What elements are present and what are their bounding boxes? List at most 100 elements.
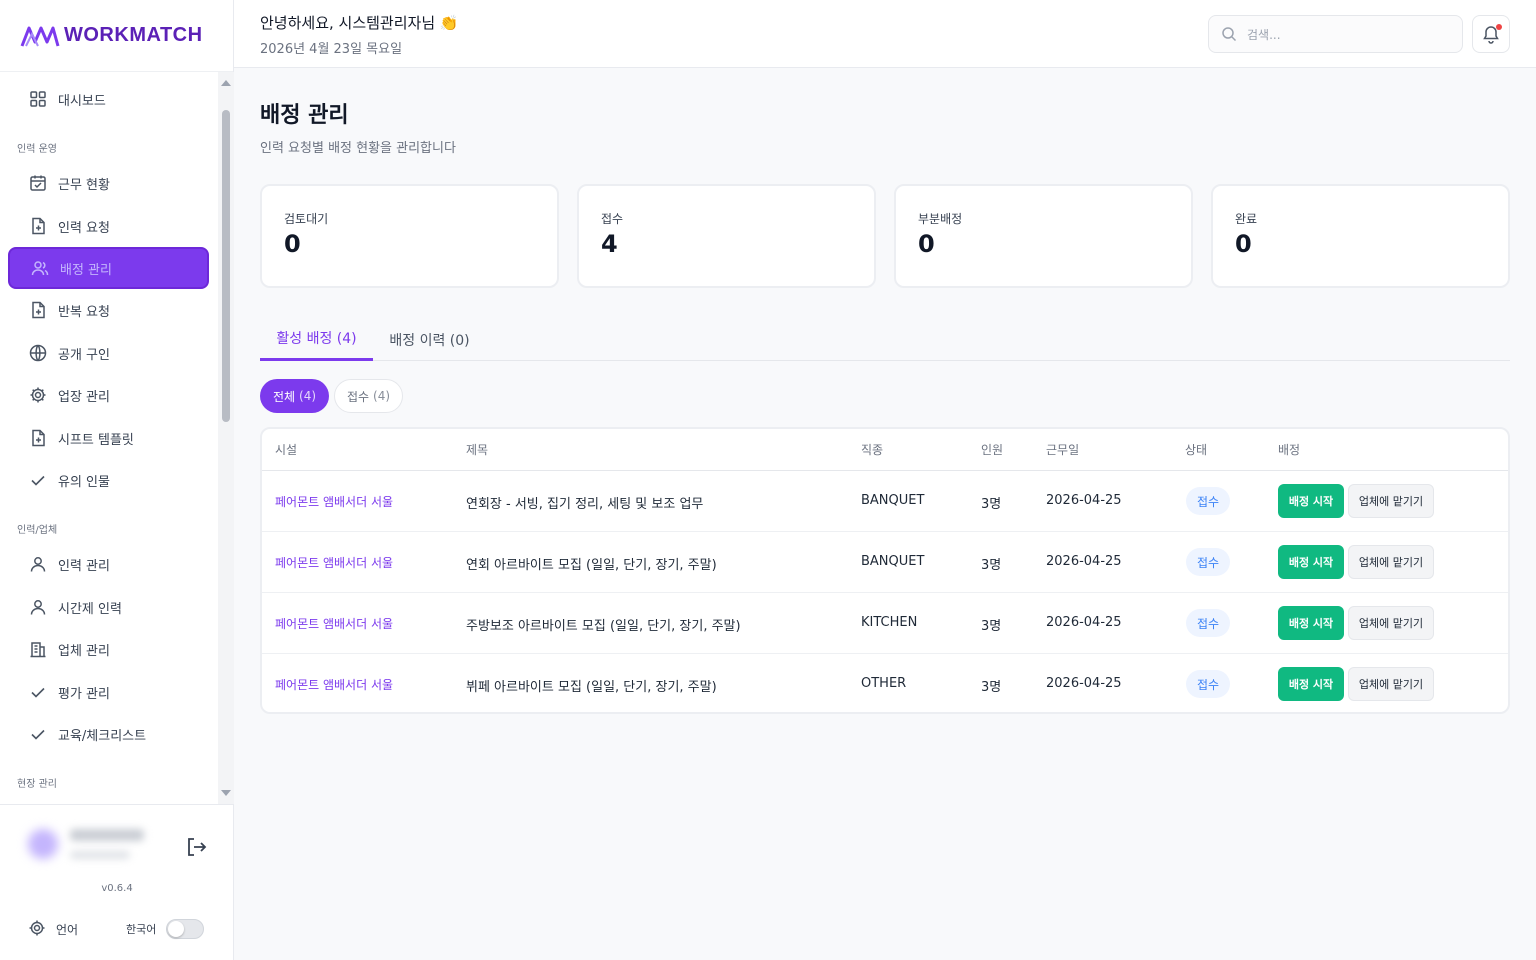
column-header-status: 상태 xyxy=(1185,443,1208,457)
brand-name: WORKMATCH xyxy=(64,24,203,46)
facility-link[interactable]: 페어몬트 앰배서더 서울 xyxy=(275,493,393,510)
scroll-down-arrow-icon[interactable] xyxy=(221,790,231,796)
sidebar-item-assignment[interactable]: 배정 관리 xyxy=(8,247,209,289)
stat-value: 0 xyxy=(918,230,935,258)
sidebar-item-parttime-staff[interactable]: 시간제 인력 xyxy=(8,586,209,628)
status-badge: 접수 xyxy=(1186,548,1230,576)
sidebar-item-public-recruit[interactable]: 공개 구인 xyxy=(8,332,209,374)
toggle-knob xyxy=(168,921,184,937)
chip-count: (4) xyxy=(299,389,317,403)
language-toggle[interactable] xyxy=(166,919,204,939)
tab-assignment-history[interactable]: 배정 이력 (0) xyxy=(378,318,481,361)
sidebar-item-staff-management[interactable]: 인력 관리 xyxy=(8,543,209,585)
delegate-to-vendor-button[interactable]: 업체에 맡기기 xyxy=(1348,545,1434,579)
column-header-assign: 배정 xyxy=(1278,443,1301,457)
delegate-to-vendor-button[interactable]: 업체에 맡기기 xyxy=(1348,667,1434,701)
stat-label: 검토대기 xyxy=(284,212,329,226)
page-subtitle: 인력 요청별 배정 현황을 관리합니다 xyxy=(260,141,456,156)
request-title: 뷔페 아르바이트 모집 (일일, 단기, 장기, 주말) xyxy=(466,680,717,695)
column-header-workdate: 근무일 xyxy=(1046,443,1080,457)
filter-chip-received[interactable]: 접수 (4) xyxy=(334,379,403,413)
sidebar-item-label: 업장 관리 xyxy=(58,389,110,405)
sidebar-item-watchlist[interactable]: 유의 인물 xyxy=(8,459,209,501)
building-icon xyxy=(28,639,48,659)
request-title: 연회장 - 서빙, 집기 정리, 세팅 및 보조 업무 xyxy=(466,497,704,512)
sidebar-section-title: 인력 운영 xyxy=(17,144,57,155)
search-input[interactable]: 검색... xyxy=(1208,15,1463,53)
filter-chip-all[interactable]: 전체 (4) xyxy=(260,379,329,413)
sidebar-section-title: 인력/업체 xyxy=(17,525,58,536)
delegate-to-vendor-button[interactable]: 업체에 맡기기 xyxy=(1348,606,1434,640)
sidebar-item-shift-template[interactable]: 시프트 템플릿 xyxy=(8,417,209,459)
work-date: 2026-04-25 xyxy=(1046,554,1122,569)
notification-dot xyxy=(1496,24,1502,30)
column-header-job: 직종 xyxy=(861,443,884,457)
work-date: 2026-04-25 xyxy=(1046,615,1122,630)
sidebar-item-label: 공개 구인 xyxy=(58,347,110,363)
sidebar-item-vendor-management[interactable]: 업체 관리 xyxy=(8,628,209,670)
sidebar-item-label: 근무 현황 xyxy=(58,177,110,193)
sidebar-item-evaluation[interactable]: 평가 관리 xyxy=(8,671,209,713)
sidebar-item-label: 업체 관리 xyxy=(58,643,110,659)
check-icon xyxy=(28,682,48,702)
start-assignment-button[interactable]: 배정 시작 xyxy=(1278,545,1344,579)
notification-button[interactable] xyxy=(1472,15,1510,53)
sidebar-item-recurring-request[interactable]: 반복 요청 xyxy=(8,289,209,331)
sidebar-nav: 대시보드 인력 운영 근무 현황 인력 요청 배정 관리 반복 요청 공개 구인… xyxy=(0,72,218,804)
scroll-thumb[interactable] xyxy=(222,110,230,422)
request-title: 주방보조 아르바이트 모집 (일일, 단기, 장기, 주말) xyxy=(466,619,741,634)
request-title: 연회 아르바이트 모집 (일일, 단기, 장기, 주말) xyxy=(466,558,717,573)
work-date: 2026-04-25 xyxy=(1046,676,1122,691)
start-assignment-button[interactable]: 배정 시작 xyxy=(1278,667,1344,701)
chip-count: (4) xyxy=(373,389,391,403)
job-type: BANQUET xyxy=(861,554,925,569)
sidebar-item-staff-request[interactable]: 인력 요청 xyxy=(8,205,209,247)
logout-icon[interactable] xyxy=(184,835,208,859)
stat-card-received: 접수 4 xyxy=(577,184,876,288)
facility-link[interactable]: 페어몬트 앰배서더 서울 xyxy=(275,676,393,693)
sidebar-item-training[interactable]: 교육/체크리스트 xyxy=(8,713,209,755)
column-header-facility: 시설 xyxy=(275,443,298,457)
tab-active-assignments[interactable]: 활성 배정 (4) xyxy=(260,318,373,361)
gear-icon xyxy=(28,385,48,405)
facility-link[interactable]: 페어몬트 앰배서더 서울 xyxy=(275,554,393,571)
delegate-to-vendor-button[interactable]: 업체에 맡기기 xyxy=(1348,484,1434,518)
stat-value: 0 xyxy=(284,230,301,258)
sidebar-scrollbar[interactable] xyxy=(218,72,234,804)
user-role-redacted xyxy=(70,851,130,859)
stat-label: 부분배정 xyxy=(918,212,963,226)
facility-link[interactable]: 페어몬트 앰배서더 서울 xyxy=(275,615,393,632)
sidebar-item-label: 배정 관리 xyxy=(60,262,112,278)
start-assignment-button[interactable]: 배정 시작 xyxy=(1278,484,1344,518)
stat-card-completed: 완료 0 xyxy=(1211,184,1510,288)
sidebar-item-label: 인력 관리 xyxy=(58,558,110,574)
sidebar-item-label: 반복 요청 xyxy=(58,304,110,320)
table-row: 페어몬트 앰배서더 서울 뷔페 아르바이트 모집 (일일, 단기, 장기, 주말… xyxy=(262,654,1508,712)
user-icon xyxy=(28,597,48,617)
stat-label: 완료 xyxy=(1235,212,1258,226)
status-badge: 접수 xyxy=(1186,487,1230,515)
sidebar-item-label: 평가 관리 xyxy=(58,686,110,702)
sidebar-item-work-status[interactable]: 근무 현황 xyxy=(8,162,209,204)
language-row: 언어 한국어 xyxy=(28,917,208,941)
current-date: 2026년 4월 23일 목요일 xyxy=(260,42,403,57)
brand-logo[interactable]: WORKMATCH xyxy=(0,0,233,72)
job-type: OTHER xyxy=(861,676,907,691)
user-icon xyxy=(28,554,48,574)
start-assignment-button[interactable]: 배정 시작 xyxy=(1278,606,1344,640)
avatar[interactable] xyxy=(28,829,58,859)
users-icon xyxy=(30,258,50,278)
sidebar-item-venue-management[interactable]: 업장 관리 xyxy=(8,374,209,416)
table-row: 페어몬트 앰배서더 서울 주방보조 아르바이트 모집 (일일, 단기, 장기, … xyxy=(262,593,1508,654)
scroll-up-arrow-icon[interactable] xyxy=(221,80,231,86)
headcount: 3명 xyxy=(981,497,1002,512)
job-type: KITCHEN xyxy=(861,615,918,630)
app-version: v0.6.4 xyxy=(101,883,133,894)
file-plus-icon xyxy=(28,428,48,448)
job-type: BANQUET xyxy=(861,493,925,508)
sidebar-item-label: 시간제 인력 xyxy=(58,601,122,617)
check-icon xyxy=(28,470,48,490)
sidebar-item-label: 대시보드 xyxy=(58,93,106,109)
table-row: 페어몬트 앰배서더 서울 연회 아르바이트 모집 (일일, 단기, 장기, 주말… xyxy=(262,532,1508,593)
sidebar-item-dashboard[interactable]: 대시보드 xyxy=(8,78,209,120)
